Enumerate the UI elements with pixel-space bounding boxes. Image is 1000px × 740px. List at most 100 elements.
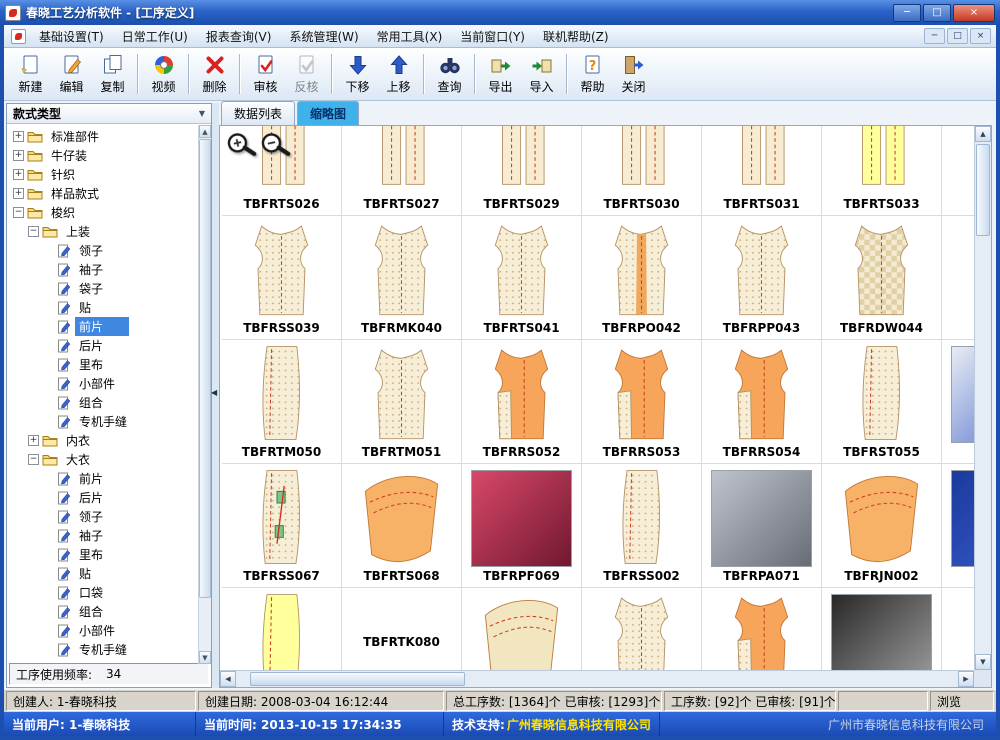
thumbnail-cell-TBFRSS039[interactable]: TBFRSS039 [222,216,342,340]
tree-item-里布[interactable]: 里布 [9,545,197,564]
toolbar-button-close[interactable]: 关闭 [613,50,654,98]
thumbnail-cell-r3c7[interactable] [942,340,974,464]
tab-thumbnail[interactable]: 缩略图 [297,101,359,125]
thumbnail-cell-TBFRJN002[interactable]: TBFRJN002 [822,464,942,588]
thumbnail-cell-TBFRMK040[interactable]: TBFRMK040 [342,216,462,340]
thumbnail-cell-TBFRTK080[interactable]: TBFRTK080 [342,588,462,670]
tree-item-专机手缝[interactable]: 专机手缝 [9,412,197,431]
expand-box-icon[interactable]: + [13,169,24,180]
thumbnail-cell-TBFRTM050[interactable]: TBFRTM050 [222,340,342,464]
thumbnail-cell-TBFRTS068[interactable]: TBFRTS068 [342,464,462,588]
tree-item-小部件[interactable]: 小部件 [9,374,197,393]
collapse-box-icon[interactable]: − [13,207,24,218]
tree-item-专机手缝[interactable]: 专机手缝 [9,640,197,659]
tree-item-牛仔装[interactable]: +牛仔装 [9,146,197,165]
thumbnail-cell-TBFRTS041[interactable]: TBFRTS041 [462,216,582,340]
tree-item-组合[interactable]: 组合 [9,602,197,621]
thumbnail-cell-TBFRTS030[interactable]: TBFRTS030 [582,126,702,216]
tree-item-口袋[interactable]: 口袋 [9,583,197,602]
tree-item-前片[interactable]: 前片 [9,317,197,336]
thumbnail-cell-TBFRPA071[interactable]: TBFRPA071 [702,464,822,588]
menu-item-5[interactable]: 常用工具(X) [368,27,452,47]
menu-item-3[interactable]: 报表查询(V) [197,27,281,47]
thumbnail-cell-r2c7[interactable] [942,216,974,340]
splitter[interactable]: ◀ [212,103,219,688]
tab-data-list[interactable]: 数据列表 [221,101,295,125]
toolbar-button-delete[interactable]: 删除 [194,50,235,98]
thumbnail-cell-TBFRSS002[interactable]: TBFRSS002 [582,464,702,588]
thumbnail-cell-r5c4[interactable] [582,588,702,670]
thumbnail-cell-r5c6[interactable] [822,588,942,670]
menu-item-6[interactable]: 当前窗口(Y) [451,27,534,47]
toolbar-button-copy[interactable]: 复制 [92,50,133,98]
minimize-button[interactable]: ─ [893,4,921,22]
tree-item-标准部件[interactable]: +标准部件 [9,127,197,146]
thumbnail-cell-r1c7[interactable] [942,126,974,216]
thumbnail-cell-TBFRTM051[interactable]: TBFRTM051 [342,340,462,464]
menu-item-4[interactable]: 系统管理(W) [280,27,367,47]
toolbar-button-audit[interactable]: 审核 [245,50,286,98]
thumbnail-cell-TBFRRS052[interactable]: TBFRRS052 [462,340,582,464]
tree-item-后片[interactable]: 后片 [9,336,197,355]
toolbar-button-new[interactable]: 新建 [10,50,51,98]
thumbnail-cell-r5c3[interactable] [462,588,582,670]
thumbnail-cell-TBFRDW044[interactable]: TBFRDW044 [822,216,942,340]
tree-item-上装[interactable]: −上装 [9,222,197,241]
tree-item-领子[interactable]: 领子 [9,507,197,526]
tree-scroll-thumb[interactable] [199,139,211,598]
expand-box-icon[interactable]: + [13,131,24,142]
toolbar-button-help[interactable]: ?帮助 [572,50,613,98]
vertical-scrollbar[interactable]: ▲ ▼ [974,126,991,670]
tree-item-内衣[interactable]: +内衣 [9,431,197,450]
vertical-scroll-thumb[interactable] [976,144,990,236]
tree-item-贴[interactable]: 贴 [9,564,197,583]
restore-button[interactable]: □ [923,4,951,22]
thumbnail-cell-r4c7[interactable] [942,464,974,588]
collapse-arrow-icon[interactable]: ◀ [211,388,217,397]
collapse-box-icon[interactable]: − [28,226,39,237]
thumbnail-cell-TBFRTS033[interactable]: TBFRTS033 [822,126,942,216]
tree-item-组合[interactable]: 组合 [9,393,197,412]
toolbar-button-move-down[interactable]: 下移 [337,50,378,98]
collapse-box-icon[interactable]: − [28,454,39,465]
toolbar-button-move-up[interactable]: 上移 [378,50,419,98]
expand-box-icon[interactable]: + [28,435,39,446]
menu-item-1[interactable]: 基础设置(T) [30,27,113,47]
toolbar-button-video[interactable]: 视频 [143,50,184,98]
style-type-header[interactable]: 款式类型 ▼ [7,104,211,124]
thumbnail-cell-TBFRRS053[interactable]: TBFRRS053 [582,340,702,464]
tree-item-大衣[interactable]: −大衣 [9,450,197,469]
scroll-right-icon[interactable]: ▶ [958,671,974,687]
tree-item-样品款式[interactable]: +样品款式 [9,184,197,203]
mdi-restore-button[interactable]: □ [947,28,968,44]
thumbnail-cell-TBFRTS027[interactable]: TBFRTS027 [342,126,462,216]
thumbnail-cell-TBFRPO042[interactable]: TBFRPO042 [582,216,702,340]
thumbnail-cell-TBFRPF069[interactable]: TBFRPF069 [462,464,582,588]
zoom-in-icon[interactable] [225,130,257,165]
thumbnail-cell-TBFRSS067[interactable]: TBFRSS067 [222,464,342,588]
toolbar-button-search[interactable]: 查询 [429,50,470,98]
thumbnail-cell-r5c1[interactable] [222,588,342,670]
thumbnail-cell-TBFRST055[interactable]: TBFRST055 [822,340,942,464]
thumbnail-cell-TBFRPP043[interactable]: TBFRPP043 [702,216,822,340]
scroll-left-icon[interactable]: ◀ [220,671,236,687]
tree-item-梭织[interactable]: −梭织 [9,203,197,222]
close-button[interactable]: × [953,4,995,22]
scroll-down-icon[interactable]: ▼ [975,654,991,670]
mdi-minimize-button[interactable]: ─ [924,28,945,44]
expand-box-icon[interactable]: + [13,188,24,199]
expand-box-icon[interactable]: + [13,150,24,161]
tree-item-里布[interactable]: 里布 [9,355,197,374]
scroll-up-icon[interactable]: ▲ [199,125,211,138]
thumbnail-cell-r5c7[interactable] [942,588,974,670]
thumbnail-cell-r5c5[interactable] [702,588,822,670]
tree-item-袖子[interactable]: 袖子 [9,526,197,545]
menu-item-2[interactable]: 日常工作(U) [113,27,197,47]
tree-item-小部件[interactable]: 小部件 [9,621,197,640]
tree-item-袋子[interactable]: 袋子 [9,279,197,298]
tree-scrollbar[interactable]: ▲ ▼ [198,125,211,664]
thumbnail-cell-TBFRTS029[interactable]: TBFRTS029 [462,126,582,216]
scroll-down-icon[interactable]: ▼ [199,651,211,664]
zoom-out-icon[interactable] [259,130,291,165]
tree-item-后片[interactable]: 后片 [9,488,197,507]
